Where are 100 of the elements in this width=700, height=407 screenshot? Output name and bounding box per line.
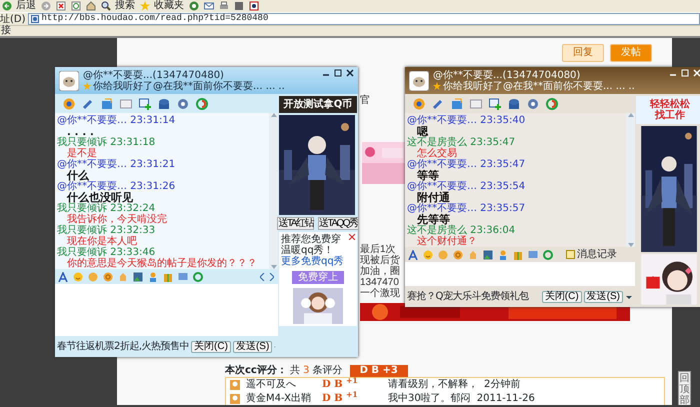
post-text: 1347470 bbox=[360, 277, 399, 288]
message-header: 我只要倾诉 23:32:24 bbox=[57, 203, 156, 214]
promo-link[interactable]: 更多免费qq秀 bbox=[281, 256, 344, 267]
post-text: 一个激现 bbox=[360, 288, 400, 299]
folder-icon[interactable] bbox=[451, 98, 463, 110]
screen-icon[interactable] bbox=[178, 272, 188, 282]
gift-icon[interactable] bbox=[513, 250, 523, 260]
rating-reason: 请看级别，不解释， bbox=[388, 379, 478, 391]
font-icon[interactable] bbox=[58, 272, 68, 282]
envelope-icon[interactable] bbox=[204, 1, 214, 11]
back-button[interactable]: 后退 bbox=[2, 0, 36, 12]
figure-icon[interactable] bbox=[148, 272, 158, 282]
message-text: 是不是 bbox=[66, 148, 98, 159]
message-input[interactable] bbox=[55, 284, 278, 336]
message-header: 这不是房贵么 23:35:47 bbox=[407, 137, 516, 148]
gift-icon[interactable] bbox=[163, 272, 173, 282]
window-title: @你**不要耍...(1347470480) bbox=[83, 70, 225, 80]
message-header: @你**不要耍… 23:35:57 bbox=[407, 203, 526, 214]
printer-icon[interactable] bbox=[219, 1, 229, 11]
message-text: 怎么交易 bbox=[416, 148, 458, 159]
add-icon[interactable] bbox=[139, 98, 151, 110]
message-header: @你**不要耍… 23:31:26 bbox=[57, 181, 176, 192]
message-header: @你**不要耍… 23:35:54 bbox=[407, 181, 526, 192]
search-icon bbox=[101, 1, 111, 11]
window-icon[interactable] bbox=[249, 1, 259, 11]
send-button[interactable]: 发送(S) bbox=[232, 340, 272, 352]
swirl-icon[interactable] bbox=[196, 98, 208, 110]
forward-icon[interactable] bbox=[41, 1, 51, 11]
ad-text: 轻轻松松 bbox=[648, 99, 691, 110]
post-text: 官 bbox=[360, 95, 370, 106]
star-icon bbox=[140, 1, 150, 11]
score: D B $^{+1}$ bbox=[322, 393, 359, 405]
status-message: 你给我听好了@在我**面前你不要耍... ... .. bbox=[93, 80, 285, 92]
message-header: 我只要倾诉 23:32:33 bbox=[57, 225, 156, 236]
font-icon[interactable] bbox=[408, 250, 418, 260]
message-header: @你**不要耍… 23:35:47 bbox=[407, 159, 526, 170]
envelope-icon[interactable] bbox=[120, 98, 132, 110]
message-text: 等等 bbox=[417, 170, 439, 181]
send-button[interactable]: 发送(S) bbox=[584, 290, 623, 302]
ad-text: 开放测试拿Q币 bbox=[282, 99, 354, 110]
status-message: 你给我听好了@在我**面前你不要耍... ... .. bbox=[443, 80, 635, 92]
smiley-icon[interactable] bbox=[423, 250, 433, 260]
message-header: 这不是房贵么 23:36:04 bbox=[407, 225, 516, 236]
message-text: 什么 bbox=[66, 170, 89, 181]
envelope-icon[interactable] bbox=[470, 98, 482, 110]
address-field[interactable]: http://bbs.houdao.com/read.php?tid=5280480 bbox=[28, 13, 700, 25]
figure-icon[interactable] bbox=[498, 250, 508, 260]
star-icon bbox=[83, 82, 91, 90]
screen-icon[interactable] bbox=[528, 250, 538, 260]
back-to-top-button[interactable]: 回顶部 bbox=[678, 371, 691, 405]
swirl-icon[interactable] bbox=[193, 272, 203, 282]
post-text: 最后1次 bbox=[360, 244, 396, 255]
promo-text: 推荐您免费穿温暖qq秀！ 更多免费qq秀 bbox=[281, 234, 345, 267]
gift-button[interactable]: 送TA红钻 bbox=[277, 217, 314, 230]
rating-time: 2分钟前 bbox=[484, 379, 520, 391]
message-text: 附付通 bbox=[417, 192, 450, 203]
message-header: 我只要倾诉 23:33:46 bbox=[57, 247, 156, 258]
maximize-icon[interactable] bbox=[334, 69, 342, 77]
message-header: @你**不要耍… 23:31:21 bbox=[57, 159, 176, 170]
history-button[interactable]: 消息记录 bbox=[566, 249, 617, 260]
message-text: 现在你是本人吧 bbox=[67, 236, 138, 247]
smiley-icon[interactable] bbox=[73, 272, 83, 282]
close-icon[interactable] bbox=[346, 69, 354, 77]
avatar-icon bbox=[59, 70, 79, 90]
scroll-down-icon[interactable] bbox=[628, 243, 634, 247]
message-text: 先等等 bbox=[416, 214, 450, 225]
search-button[interactable]: 搜索 bbox=[101, 0, 135, 12]
folder-icon[interactable] bbox=[101, 98, 113, 110]
window-title: @你**不要耍...(13474704080) bbox=[433, 70, 582, 80]
close-button[interactable]: 关闭(C) bbox=[191, 340, 231, 352]
close-button[interactable]: 关闭(C) bbox=[542, 290, 582, 302]
ad-text: 春节往返机票2折起,火热预售中 bbox=[57, 341, 190, 352]
avatar-icon bbox=[409, 70, 429, 90]
address-label: 址(D) bbox=[0, 14, 26, 24]
post-text: 加油，圈 bbox=[360, 266, 400, 277]
message-text: . . . . bbox=[67, 126, 94, 137]
user-name: 遥不可及へ bbox=[246, 379, 297, 391]
gift-button[interactable]: 送TAQQ秀 bbox=[318, 217, 358, 230]
scroll-up-icon[interactable] bbox=[270, 113, 276, 117]
message-text: 这个财付通？ bbox=[416, 236, 478, 247]
swirl-icon[interactable] bbox=[546, 98, 558, 110]
stop-icon[interactable] bbox=[56, 1, 66, 11]
scroll-down-icon[interactable] bbox=[270, 265, 276, 269]
star-icon bbox=[433, 82, 441, 90]
image-icon[interactable] bbox=[483, 250, 493, 260]
scroll-up-icon[interactable] bbox=[628, 113, 634, 117]
ad-text: 找工作 bbox=[654, 110, 686, 121]
swirl-icon[interactable] bbox=[543, 250, 553, 260]
post-text: 现被后货 bbox=[360, 255, 400, 266]
reply-button[interactable]: 回复 bbox=[562, 44, 604, 62]
ad-text: 赛抢？Q宠大乐斗免费领礼包 bbox=[407, 291, 528, 302]
square-icon[interactable] bbox=[234, 1, 244, 11]
favorites-button[interactable]: 收藏夹 bbox=[140, 0, 184, 12]
add-icon[interactable] bbox=[489, 98, 501, 110]
image-icon[interactable] bbox=[133, 272, 143, 282]
score: D B $^{+1}$ bbox=[322, 379, 359, 391]
rating-label: 本次cc评分： bbox=[225, 365, 287, 377]
message-input[interactable] bbox=[405, 262, 635, 286]
close-icon[interactable] bbox=[349, 234, 355, 240]
message-text: 你的意思是今天猴岛的帖子是你发的？？？ bbox=[66, 258, 258, 269]
